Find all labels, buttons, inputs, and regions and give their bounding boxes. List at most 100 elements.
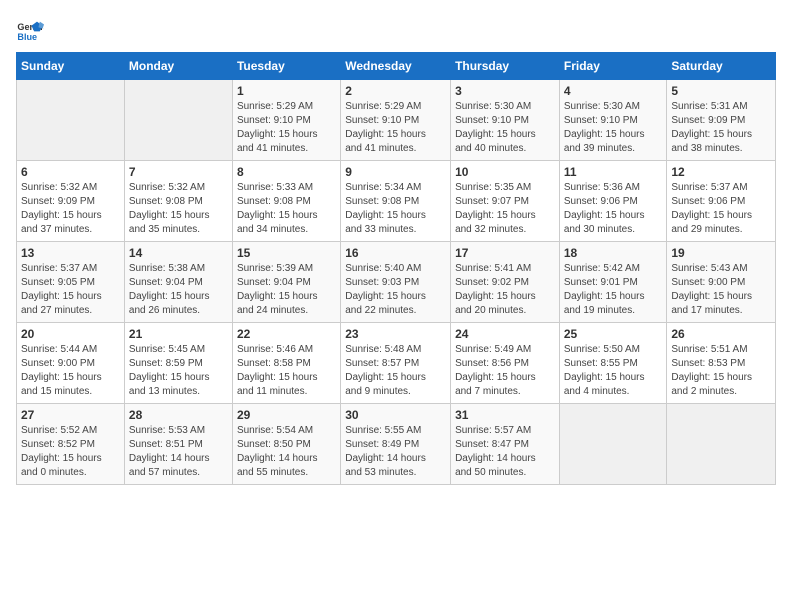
day-detail: Sunrise: 5:39 AM Sunset: 9:04 PM Dayligh… bbox=[237, 262, 336, 318]
day-number: 9 bbox=[345, 165, 446, 179]
week-row-1: 1 Sunrise: 5:29 AM Sunset: 9:10 PM Daylig… bbox=[17, 80, 776, 161]
day-number: 12 bbox=[671, 165, 771, 179]
day-header-friday: Friday bbox=[559, 53, 667, 80]
calendar-cell: 28 Sunrise: 5:53 AM Sunset: 8:51 PM Dayli… bbox=[124, 404, 232, 485]
day-detail: Sunrise: 5:37 AM Sunset: 9:05 PM Dayligh… bbox=[21, 262, 120, 318]
day-number: 17 bbox=[455, 246, 555, 260]
day-number: 11 bbox=[564, 165, 663, 179]
day-number: 8 bbox=[237, 165, 336, 179]
day-detail: Sunrise: 5:32 AM Sunset: 9:09 PM Dayligh… bbox=[21, 181, 120, 237]
day-detail: Sunrise: 5:54 AM Sunset: 8:50 PM Dayligh… bbox=[237, 424, 336, 480]
day-number: 30 bbox=[345, 408, 446, 422]
calendar-cell: 16 Sunrise: 5:40 AM Sunset: 9:03 PM Dayli… bbox=[341, 242, 451, 323]
day-detail: Sunrise: 5:36 AM Sunset: 9:06 PM Dayligh… bbox=[564, 181, 663, 237]
header-row: SundayMondayTuesdayWednesdayThursdayFrid… bbox=[17, 53, 776, 80]
day-header-wednesday: Wednesday bbox=[341, 53, 451, 80]
calendar-cell: 20 Sunrise: 5:44 AM Sunset: 9:00 PM Dayli… bbox=[17, 323, 125, 404]
calendar-cell: 9Sunrise: 5:34 AM Sunset: 9:08 PM Daylig… bbox=[341, 161, 451, 242]
day-header-tuesday: Tuesday bbox=[232, 53, 340, 80]
day-detail: Sunrise: 5:51 AM Sunset: 8:53 PM Dayligh… bbox=[671, 343, 771, 399]
calendar-cell: 6 Sunrise: 5:32 AM Sunset: 9:09 PM Daylig… bbox=[17, 161, 125, 242]
calendar-cell: 29 Sunrise: 5:54 AM Sunset: 8:50 PM Dayli… bbox=[232, 404, 340, 485]
calendar-cell: 30 Sunrise: 5:55 AM Sunset: 8:49 PM Dayli… bbox=[341, 404, 451, 485]
day-number: 28 bbox=[129, 408, 228, 422]
day-detail: Sunrise: 5:45 AM Sunset: 8:59 PM Dayligh… bbox=[129, 343, 228, 399]
day-number: 25 bbox=[564, 327, 663, 341]
calendar-table: SundayMondayTuesdayWednesdayThursdayFrid… bbox=[16, 52, 776, 485]
day-detail: Sunrise: 5:30 AM Sunset: 9:10 PM Dayligh… bbox=[564, 100, 663, 156]
day-number: 1 bbox=[237, 84, 336, 98]
calendar-cell: 24 Sunrise: 5:49 AM Sunset: 8:56 PM Dayli… bbox=[451, 323, 560, 404]
day-number: 29 bbox=[237, 408, 336, 422]
day-detail: Sunrise: 5:40 AM Sunset: 9:03 PM Dayligh… bbox=[345, 262, 446, 318]
day-number: 23 bbox=[345, 327, 446, 341]
day-number: 4 bbox=[564, 84, 663, 98]
calendar-cell: 26Sunrise: 5:51 AM Sunset: 8:53 PM Dayli… bbox=[667, 323, 776, 404]
day-detail: Sunrise: 5:41 AM Sunset: 9:02 PM Dayligh… bbox=[455, 262, 555, 318]
calendar-cell: 5 Sunrise: 5:31 AM Sunset: 9:09 PM Daylig… bbox=[667, 80, 776, 161]
day-detail: Sunrise: 5:55 AM Sunset: 8:49 PM Dayligh… bbox=[345, 424, 446, 480]
day-detail: Sunrise: 5:43 AM Sunset: 9:00 PM Dayligh… bbox=[671, 262, 771, 318]
day-number: 20 bbox=[21, 327, 120, 341]
day-number: 31 bbox=[455, 408, 555, 422]
day-number: 24 bbox=[455, 327, 555, 341]
week-row-4: 20 Sunrise: 5:44 AM Sunset: 9:00 PM Dayli… bbox=[17, 323, 776, 404]
day-detail: Sunrise: 5:32 AM Sunset: 9:08 PM Dayligh… bbox=[129, 181, 228, 237]
week-row-3: 13Sunrise: 5:37 AM Sunset: 9:05 PM Dayli… bbox=[17, 242, 776, 323]
calendar-cell: 1 Sunrise: 5:29 AM Sunset: 9:10 PM Daylig… bbox=[232, 80, 340, 161]
day-header-sunday: Sunday bbox=[17, 53, 125, 80]
day-detail: Sunrise: 5:29 AM Sunset: 9:10 PM Dayligh… bbox=[237, 100, 336, 156]
calendar-cell bbox=[667, 404, 776, 485]
day-number: 14 bbox=[129, 246, 228, 260]
day-detail: Sunrise: 5:30 AM Sunset: 9:10 PM Dayligh… bbox=[455, 100, 555, 156]
day-number: 2 bbox=[345, 84, 446, 98]
calendar-cell: 23 Sunrise: 5:48 AM Sunset: 8:57 PM Dayli… bbox=[341, 323, 451, 404]
calendar-cell: 19 Sunrise: 5:43 AM Sunset: 9:00 PM Dayli… bbox=[667, 242, 776, 323]
day-detail: Sunrise: 5:44 AM Sunset: 9:00 PM Dayligh… bbox=[21, 343, 120, 399]
calendar-cell: 8 Sunrise: 5:33 AM Sunset: 9:08 PM Daylig… bbox=[232, 161, 340, 242]
calendar-cell: 14Sunrise: 5:38 AM Sunset: 9:04 PM Dayli… bbox=[124, 242, 232, 323]
calendar-cell: 27 Sunrise: 5:52 AM Sunset: 8:52 PM Dayli… bbox=[17, 404, 125, 485]
day-detail: Sunrise: 5:53 AM Sunset: 8:51 PM Dayligh… bbox=[129, 424, 228, 480]
logo-icon: General Blue bbox=[16, 16, 44, 44]
day-detail: Sunrise: 5:52 AM Sunset: 8:52 PM Dayligh… bbox=[21, 424, 120, 480]
day-number: 21 bbox=[129, 327, 228, 341]
calendar-cell bbox=[17, 80, 125, 161]
day-detail: Sunrise: 5:37 AM Sunset: 9:06 PM Dayligh… bbox=[671, 181, 771, 237]
calendar-cell: 31 Sunrise: 5:57 AM Sunset: 8:47 PM Dayli… bbox=[451, 404, 560, 485]
day-detail: Sunrise: 5:42 AM Sunset: 9:01 PM Dayligh… bbox=[564, 262, 663, 318]
logo: General Blue bbox=[16, 16, 44, 44]
day-number: 18 bbox=[564, 246, 663, 260]
day-header-saturday: Saturday bbox=[667, 53, 776, 80]
calendar-cell: 4 Sunrise: 5:30 AM Sunset: 9:10 PM Daylig… bbox=[559, 80, 667, 161]
day-detail: Sunrise: 5:33 AM Sunset: 9:08 PM Dayligh… bbox=[237, 181, 336, 237]
day-number: 19 bbox=[671, 246, 771, 260]
day-detail: Sunrise: 5:31 AM Sunset: 9:09 PM Dayligh… bbox=[671, 100, 771, 156]
calendar-cell: 21 Sunrise: 5:45 AM Sunset: 8:59 PM Dayli… bbox=[124, 323, 232, 404]
day-number: 6 bbox=[21, 165, 120, 179]
calendar-cell: 7Sunrise: 5:32 AM Sunset: 9:08 PM Daylig… bbox=[124, 161, 232, 242]
day-header-thursday: Thursday bbox=[451, 53, 560, 80]
day-detail: Sunrise: 5:29 AM Sunset: 9:10 PM Dayligh… bbox=[345, 100, 446, 156]
svg-text:Blue: Blue bbox=[17, 32, 37, 42]
calendar-cell: 3Sunrise: 5:30 AM Sunset: 9:10 PM Daylig… bbox=[451, 80, 560, 161]
calendar-cell: 15 Sunrise: 5:39 AM Sunset: 9:04 PM Dayli… bbox=[232, 242, 340, 323]
day-detail: Sunrise: 5:57 AM Sunset: 8:47 PM Dayligh… bbox=[455, 424, 555, 480]
day-detail: Sunrise: 5:46 AM Sunset: 8:58 PM Dayligh… bbox=[237, 343, 336, 399]
day-detail: Sunrise: 5:48 AM Sunset: 8:57 PM Dayligh… bbox=[345, 343, 446, 399]
day-detail: Sunrise: 5:49 AM Sunset: 8:56 PM Dayligh… bbox=[455, 343, 555, 399]
calendar-cell: 22 Sunrise: 5:46 AM Sunset: 8:58 PM Dayli… bbox=[232, 323, 340, 404]
calendar-cell: 17 Sunrise: 5:41 AM Sunset: 9:02 PM Dayli… bbox=[451, 242, 560, 323]
day-number: 5 bbox=[671, 84, 771, 98]
day-number: 27 bbox=[21, 408, 120, 422]
day-number: 16 bbox=[345, 246, 446, 260]
day-number: 10 bbox=[455, 165, 555, 179]
calendar-cell bbox=[559, 404, 667, 485]
day-number: 22 bbox=[237, 327, 336, 341]
calendar-cell: 12 Sunrise: 5:37 AM Sunset: 9:06 PM Dayli… bbox=[667, 161, 776, 242]
day-number: 15 bbox=[237, 246, 336, 260]
calendar-cell: 2 Sunrise: 5:29 AM Sunset: 9:10 PM Daylig… bbox=[341, 80, 451, 161]
calendar-cell: 11 Sunrise: 5:36 AM Sunset: 9:06 PM Dayli… bbox=[559, 161, 667, 242]
day-detail: Sunrise: 5:50 AM Sunset: 8:55 PM Dayligh… bbox=[564, 343, 663, 399]
calendar-cell: 13Sunrise: 5:37 AM Sunset: 9:05 PM Dayli… bbox=[17, 242, 125, 323]
